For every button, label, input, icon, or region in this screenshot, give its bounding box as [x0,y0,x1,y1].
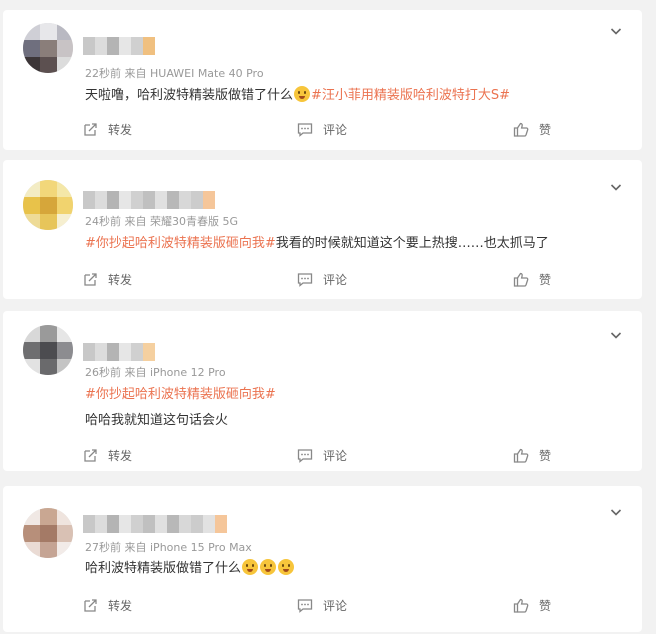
share-icon [83,598,98,613]
emoji-icon [260,559,277,575]
share-button[interactable]: 转发 [83,447,132,464]
comment-button[interactable]: 评论 [297,121,347,138]
source-prefix: 来自 [124,67,147,80]
share-button[interactable]: 转发 [83,121,132,138]
emoji-icon [242,559,259,575]
comment-card: 26秒前 来自 iPhone 12 Pro #你抄起哈利波特精装版砸向我# 哈哈我就… [3,311,642,471]
timestamp: 26秒前 [85,366,121,379]
share-label: 转发 [108,273,133,287]
comment-body-continued: 我看的时候就知道这个要上热搜……也太抓马了 [275,236,549,251]
chevron-down-icon[interactable] [610,178,622,191]
username-blurred[interactable] [83,37,155,55]
username-blurred[interactable] [83,343,155,361]
comment-icon [297,598,313,613]
like-label: 赞 [539,449,552,463]
comment-text: #你抄起哈利波特精装版砸向我# [85,383,276,402]
comment-button[interactable]: 评论 [297,597,347,614]
like-button[interactable]: 赞 [513,597,551,614]
comment-card: 22秒前 来自 HUAWEI Mate 40 Pro 天啦噜，哈利波特精装版做错了… [3,10,642,150]
chevron-down-icon[interactable] [610,326,622,339]
share-label: 转发 [108,599,133,613]
action-bar: 转发 评论 赞 [3,269,642,289]
comment-icon [297,272,313,287]
comment-body: 哈利波特精装版做错了什么 [85,561,242,576]
comment-card: 27秒前 来自 iPhone 15 Pro Max 哈利波特精装版做错了什么转发 评… [3,486,642,632]
comment-meta: 22秒前 来自 HUAWEI Mate 40 Pro [85,65,264,81]
comment-meta: 24秒前 来自 荣耀30青春版 5G [85,213,238,229]
action-bar: 转发 评论 赞 [3,119,642,139]
comment-meta: 27秒前 来自 iPhone 15 Pro Max [85,539,252,555]
like-icon [513,598,529,613]
comment-label: 评论 [323,123,348,137]
like-icon [513,272,529,287]
device-name: 荣耀30青春版 5G [150,215,239,228]
timestamp: 27秒前 [85,541,121,554]
comment-body: 天啦噜，哈利波特精装版做错了什么 [85,88,294,103]
comment-button[interactable]: 评论 [297,447,347,464]
share-icon [83,448,98,463]
share-label: 转发 [108,123,133,137]
source-prefix: 来自 [124,366,147,379]
source-prefix: 来自 [124,215,147,228]
like-button[interactable]: 赞 [513,271,551,288]
timestamp: 24秒前 [85,215,121,228]
comment-text: #你抄起哈利波特精装版砸向我#我看的时候就知道这个要上热搜……也太抓马了 [85,232,549,251]
share-button[interactable]: 转发 [83,271,132,288]
comment-label: 评论 [323,449,348,463]
comment-body: 哈哈我就知道这句话会火 [85,413,229,428]
share-icon [83,272,98,287]
emoji-icon [278,559,295,575]
username-blurred[interactable] [83,191,215,209]
like-label: 赞 [539,599,552,613]
action-bar: 转发 评论 赞 [3,445,642,465]
comment-card: 24秒前 来自 荣耀30青春版 5G #你抄起哈利波特精装版砸向我#我看的时候就知… [3,160,642,299]
chevron-down-icon[interactable] [610,22,622,35]
device-name: iPhone 12 Pro [150,366,226,379]
device-name: HUAWEI Mate 40 Pro [150,67,264,80]
share-label: 转发 [108,449,133,463]
share-button[interactable]: 转发 [83,597,132,614]
comment-icon [297,122,313,137]
avatar[interactable] [23,508,73,558]
comment-icon [297,448,313,463]
comment-text: 天啦噜，哈利波特精装版做错了什么 #汪小菲用精装版哈利波特打大S# [85,84,510,103]
like-button[interactable]: 赞 [513,447,551,464]
comment-text: 哈利波特精装版做错了什么 [85,557,295,576]
like-button[interactable]: 赞 [513,121,551,138]
avatar[interactable] [23,180,73,230]
like-label: 赞 [539,273,552,287]
emoji-icon [294,86,311,102]
like-label: 赞 [539,123,552,137]
avatar[interactable] [23,325,73,375]
like-icon [513,122,529,137]
comment-meta: 26秒前 来自 iPhone 12 Pro [85,364,226,380]
topic-link[interactable]: #汪小菲用精装版哈利波特打大S# [311,88,510,103]
comment-label: 评论 [323,273,348,287]
source-prefix: 来自 [124,541,147,554]
username-blurred[interactable] [83,515,227,533]
topic-link[interactable]: #你抄起哈利波特精装版砸向我# [85,236,276,251]
share-icon [83,122,98,137]
action-bar: 转发 评论 赞 [3,595,642,615]
chevron-down-icon[interactable] [610,503,622,516]
topic-link[interactable]: #你抄起哈利波特精装版砸向我# [85,387,276,402]
like-icon [513,448,529,463]
comment-label: 评论 [323,599,348,613]
timestamp: 22秒前 [85,67,121,80]
avatar[interactable] [23,23,73,73]
device-name: iPhone 15 Pro Max [150,541,252,554]
comment-button[interactable]: 评论 [297,271,347,288]
